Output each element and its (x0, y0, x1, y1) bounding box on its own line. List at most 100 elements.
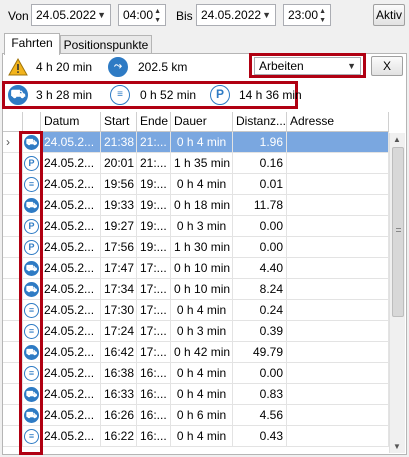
cell-duration: 0 h 4 min (171, 384, 233, 405)
to-time-field[interactable]: 23:00 ▲ ▼ (283, 4, 331, 26)
scroll-thumb[interactable] (392, 147, 404, 317)
vertical-scrollbar[interactable]: ▲ ▼ (389, 133, 405, 453)
warning-icon (8, 57, 28, 77)
from-label: Von (8, 9, 29, 23)
spin-icon[interactable]: ▲ ▼ (319, 7, 326, 25)
cell-end: 17:... (137, 258, 171, 279)
to-label: Bis (176, 9, 193, 23)
cell-address (287, 153, 389, 174)
cell-duration: 0 h 18 min (171, 195, 233, 216)
cell-duration: 0 h 6 min (171, 405, 233, 426)
cell-address (287, 195, 389, 216)
table-row[interactable]: ≡ 24.05.2... 16:22 16:... 0 h 4 min 0.43 (3, 426, 389, 447)
cell-duration: 0 h 10 min (171, 258, 233, 279)
cell-date: 24.05.2... (41, 216, 101, 237)
cell-duration: 0 h 4 min (171, 363, 233, 384)
table-row[interactable]: ⛟ 24.05.2... 17:34 17:... 0 h 10 min 8.24 (3, 279, 389, 300)
car-icon: ⛟ (8, 85, 28, 105)
idle-icon: ≡ (110, 85, 130, 105)
cell-date: 24.05.2... (41, 153, 101, 174)
to-time-value: 23:00 (288, 8, 319, 22)
table-row[interactable]: › ⛟ 24.05.2... 21:38 21:... 0 h 4 min 1.96 (3, 132, 389, 153)
chevron-down-icon[interactable]: ▼ (347, 58, 356, 74)
chevron-down-icon[interactable]: ▼ (97, 5, 106, 25)
cell-date: 24.05.2... (41, 342, 101, 363)
route-icon: ⤳ (108, 57, 128, 77)
column-header-start[interactable]: Start (101, 112, 137, 132)
cell-address (287, 342, 389, 363)
cell-distance: 0.24 (233, 300, 287, 321)
column-header-dauer[interactable]: Dauer (171, 112, 233, 132)
table-row[interactable]: ⛟ 24.05.2... 16:33 16:... 0 h 4 min 0.83 (3, 384, 389, 405)
cell-date: 24.05.2... (41, 132, 101, 153)
table-row[interactable]: ≡ 24.05.2... 19:56 19:... 0 h 4 min 0.01 (3, 174, 389, 195)
spin-icon[interactable]: ▲ ▼ (154, 7, 161, 25)
table-row[interactable]: P 24.05.2... 19:27 19:... 0 h 3 min 0.00 (3, 216, 389, 237)
from-time-field[interactable]: 04:00 ▲ ▼ (118, 4, 166, 26)
cell-address (287, 321, 389, 342)
cell-distance: 0.16 (233, 153, 287, 174)
cell-duration: 1 h 30 min (171, 237, 233, 258)
category-select[interactable]: Arbeiten ▼ (254, 57, 361, 75)
cell-start: 17:34 (101, 279, 137, 300)
cell-start: 17:24 (101, 321, 137, 342)
cell-start: 16:33 (101, 384, 137, 405)
table-row[interactable]: ⛟ 24.05.2... 16:26 16:... 0 h 6 min 4.56 (3, 405, 389, 426)
drive-duration: 3 h 28 min (36, 88, 93, 102)
clear-filter-button[interactable]: X (371, 56, 403, 76)
cell-distance: 11.78 (233, 195, 287, 216)
activate-button[interactable]: Aktiv (373, 4, 405, 26)
column-header-datum[interactable]: Datum (41, 112, 101, 132)
cell-duration: 0 h 4 min (171, 174, 233, 195)
table-row[interactable]: ≡ 24.05.2... 17:30 17:... 0 h 4 min 0.24 (3, 300, 389, 321)
cell-end: 21:... (137, 153, 171, 174)
cell-start: 16:42 (101, 342, 137, 363)
cell-end: 17:... (137, 300, 171, 321)
cell-distance: 0.83 (233, 384, 287, 405)
table-row[interactable]: ⛟ 24.05.2... 17:47 17:... 0 h 10 min 4.40 (3, 258, 389, 279)
cell-distance: 0.00 (233, 363, 287, 384)
scroll-down-arrow[interactable]: ▼ (393, 442, 401, 451)
cell-duration: 0 h 3 min (171, 216, 233, 237)
cell-duration: 1 h 35 min (171, 153, 233, 174)
cell-address (287, 426, 389, 447)
table-row[interactable]: ≡ 24.05.2... 17:24 17:... 0 h 3 min 0.39 (3, 321, 389, 342)
cell-distance: 0.00 (233, 216, 287, 237)
scroll-up-arrow[interactable]: ▲ (393, 135, 401, 144)
cell-address (287, 279, 389, 300)
cell-duration: 0 h 10 min (171, 279, 233, 300)
cell-start: 16:38 (101, 363, 137, 384)
cell-end: 17:... (137, 279, 171, 300)
cell-start: 17:56 (101, 237, 137, 258)
cell-start: 20:01 (101, 153, 137, 174)
cell-start: 17:47 (101, 258, 137, 279)
table-row[interactable]: P 24.05.2... 17:56 19:... 1 h 30 min 0.00 (3, 237, 389, 258)
cell-end: 16:... (137, 363, 171, 384)
from-date-value: 24.05.2022 (36, 8, 97, 22)
chevron-down-icon[interactable]: ▼ (262, 5, 271, 25)
table-row[interactable]: ⛟ 24.05.2... 16:42 17:... 0 h 42 min 49.79 (3, 342, 389, 363)
cell-address (287, 174, 389, 195)
cell-end: 16:... (137, 384, 171, 405)
tab-positionspunkte[interactable]: Positionspunkte (60, 35, 152, 55)
from-date-picker[interactable]: 24.05.2022 ▼ (31, 4, 111, 26)
idle-duration: 0 h 52 min (140, 88, 197, 102)
cell-duration: 0 h 4 min (171, 300, 233, 321)
cell-date: 24.05.2... (41, 363, 101, 384)
cell-address (287, 216, 389, 237)
tab-fahrten[interactable]: Fahrten (4, 33, 60, 55)
cell-date: 24.05.2... (41, 195, 101, 216)
column-header-distanz[interactable]: Distanz... (233, 112, 287, 132)
table-row[interactable]: ⛟ 24.05.2... 19:33 19:... 0 h 18 min 11.78 (3, 195, 389, 216)
table-row[interactable]: ≡ 24.05.2... 16:38 16:... 0 h 4 min 0.00 (3, 363, 389, 384)
column-header-adresse[interactable]: Adresse (287, 112, 389, 132)
type-column-header[interactable] (23, 112, 41, 132)
cell-date: 24.05.2... (41, 426, 101, 447)
cell-address (287, 300, 389, 321)
cell-address (287, 384, 389, 405)
to-date-picker[interactable]: 24.05.2022 ▼ (196, 4, 276, 26)
cell-date: 24.05.2... (41, 174, 101, 195)
table-row[interactable]: P 24.05.2... 20:01 21:... 1 h 35 min 0.16 (3, 153, 389, 174)
column-header-ende[interactable]: Ende (137, 112, 171, 132)
cell-distance: 4.56 (233, 405, 287, 426)
